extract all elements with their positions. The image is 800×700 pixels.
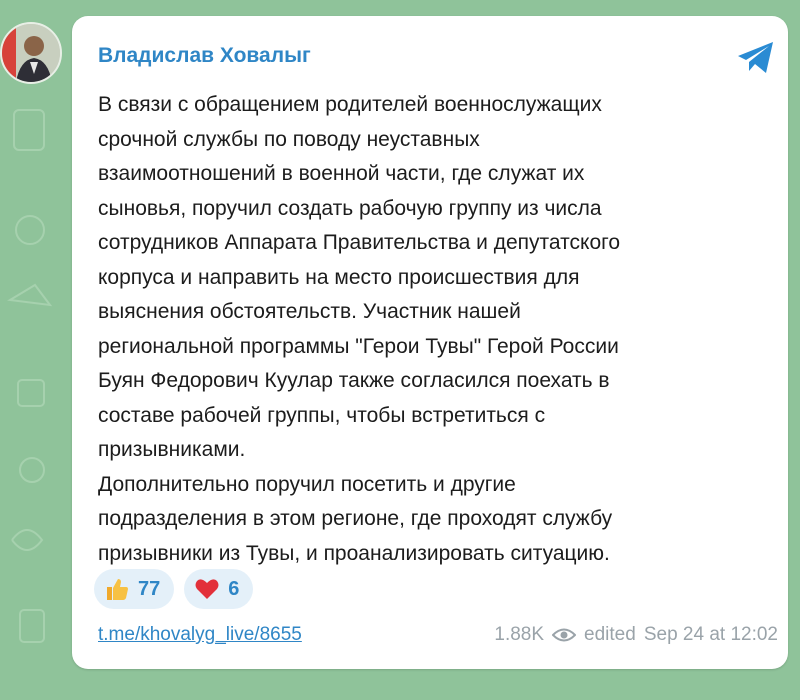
channel-avatar[interactable] bbox=[0, 22, 62, 84]
reaction-count: 6 bbox=[228, 577, 240, 600]
heart-icon bbox=[195, 579, 219, 599]
avatar-photo bbox=[2, 24, 60, 82]
message-timestamp: Sep 24 at 12:02 bbox=[643, 624, 778, 645]
message-bubble: Владислав Ховалыг В связи с обращением р… bbox=[72, 16, 788, 669]
view-count: 1.88K bbox=[494, 624, 545, 645]
eye-icon bbox=[552, 628, 577, 642]
edited-label: edited bbox=[584, 624, 636, 645]
channel-author-name[interactable]: Владислав Ховалыг bbox=[98, 44, 311, 68]
reaction-count: 77 bbox=[138, 577, 161, 600]
post-link[interactable]: t.me/khovalyg_live/8655 bbox=[98, 624, 302, 646]
telegram-share-icon[interactable] bbox=[736, 40, 776, 76]
thumbs-up-icon bbox=[107, 579, 128, 600]
message-meta: 1.88K edited Sep 24 at 12:02 bbox=[494, 624, 778, 646]
message-text: В связи с обращением родителей военнослу… bbox=[98, 93, 620, 565]
reactions-bar: 77 6 bbox=[94, 569, 254, 609]
reaction-heart[interactable]: 6 bbox=[184, 569, 254, 609]
reaction-thumbs-up[interactable]: 77 bbox=[94, 569, 175, 609]
